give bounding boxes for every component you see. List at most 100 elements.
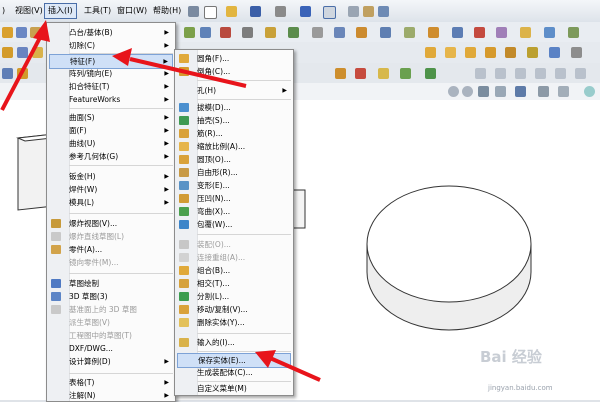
view-normal-icon[interactable] bbox=[555, 68, 566, 79]
feature-item-shell[interactable]: 抽壳(S)... bbox=[177, 114, 291, 127]
chamfer-sketch-icon[interactable] bbox=[520, 27, 531, 38]
feature-item-deform[interactable]: 变形(E)... bbox=[177, 179, 291, 192]
feature-item-split[interactable]: 分割(L)... bbox=[177, 290, 291, 303]
feature-item-draft[interactable]: 拔模(D)... bbox=[177, 101, 291, 114]
section-view-icon[interactable] bbox=[495, 86, 506, 97]
feature-item-customize-menu[interactable]: 自定义菜单(M) bbox=[177, 382, 291, 395]
print-icon[interactable] bbox=[275, 6, 286, 17]
menu-edit-partial[interactable]: ) bbox=[0, 4, 8, 18]
arc-icon[interactable] bbox=[242, 27, 253, 38]
view-front-icon[interactable] bbox=[475, 68, 486, 79]
sphere-icon[interactable] bbox=[485, 47, 496, 58]
mirror-icon[interactable] bbox=[334, 27, 345, 38]
insert-menu-item-surface[interactable]: 曲面(S) ▶ bbox=[49, 111, 173, 124]
feature-item-freeform[interactable]: 自由形(R)... bbox=[177, 166, 291, 179]
feature-item-hole[interactable]: 孔(H) ▶ bbox=[177, 84, 291, 97]
layer-icon[interactable] bbox=[568, 27, 579, 38]
feature-item-assemble[interactable]: 装配(O)... bbox=[177, 238, 291, 251]
curve-icon[interactable] bbox=[335, 68, 346, 79]
insert-menu-item-sketch-from-drawing[interactable]: 工程图中的草图(T) bbox=[49, 329, 173, 342]
insert-menu-item-face[interactable]: 面(F) ▶ bbox=[49, 124, 173, 137]
insert-menu-item-reference-geometry[interactable]: 参考几何体(G) ▶ bbox=[49, 150, 173, 163]
insert-menu-item-sketch[interactable]: 草图绘制 bbox=[49, 277, 173, 290]
feature-item-join[interactable]: 连接重组(A)... bbox=[177, 251, 291, 264]
insert-menu-item-part[interactable]: 零件(A)... bbox=[49, 243, 173, 256]
pattern-icon[interactable] bbox=[404, 27, 415, 38]
box-icon[interactable] bbox=[425, 47, 436, 58]
insert-menu-item-featureworks[interactable]: FeatureWorks ▶ bbox=[49, 93, 173, 106]
insert-menu-item-boss[interactable]: 凸台/基体(B) ▶ bbox=[49, 26, 173, 39]
feature-item-create-assembly[interactable]: 生成装配体(C)... bbox=[177, 366, 291, 379]
helix-icon[interactable] bbox=[355, 68, 366, 79]
feature-item-flex[interactable]: 弯曲(X)... bbox=[177, 205, 291, 218]
menu-insert[interactable]: 插入(I) bbox=[44, 3, 77, 19]
insert-menu-item-cut[interactable]: 切除(C) ▶ bbox=[49, 39, 173, 52]
menu-window[interactable]: 窗口(W) bbox=[114, 4, 150, 18]
cut-icon[interactable] bbox=[32, 47, 43, 58]
project-icon[interactable] bbox=[378, 68, 389, 79]
appearance-icon[interactable] bbox=[584, 86, 595, 97]
feature-item-chamfer[interactable]: 倒角(C)... bbox=[177, 65, 291, 78]
feature-item-delete-body[interactable]: 删除实体(Y)... bbox=[177, 316, 291, 329]
insert-menu-item-3d-sketch-on-plane[interactable]: 基准面上的 3D 草图 bbox=[49, 303, 173, 316]
insert-menu-item-derived-sketch[interactable]: 派生草图(V) bbox=[49, 316, 173, 329]
feature-item-combine[interactable]: 组合(B)... bbox=[177, 264, 291, 277]
reference-icon[interactable] bbox=[2, 68, 13, 79]
spline-icon[interactable] bbox=[265, 27, 276, 38]
insert-menu-item-explode-line-sketch[interactable]: 爆炸直线草图(L) bbox=[49, 230, 173, 243]
insert-menu-item-pattern-mirror[interactable]: 阵列/镜向(E) ▶ bbox=[49, 67, 173, 80]
circle-icon[interactable] bbox=[220, 27, 231, 38]
new-file-icon[interactable] bbox=[204, 6, 217, 19]
wedge-icon[interactable] bbox=[527, 47, 538, 58]
repair-icon[interactable] bbox=[474, 27, 485, 38]
fillet-sketch-icon[interactable] bbox=[496, 27, 507, 38]
relation-icon[interactable] bbox=[380, 27, 391, 38]
feature-item-intersect[interactable]: 相交(T)... bbox=[177, 277, 291, 290]
extrude-icon[interactable] bbox=[2, 27, 13, 38]
smart-dim-icon[interactable] bbox=[452, 27, 463, 38]
view-top-icon[interactable] bbox=[495, 68, 506, 79]
boundary-icon[interactable] bbox=[17, 47, 28, 58]
cylinder-icon[interactable] bbox=[445, 47, 456, 58]
insert-menu-item-design-study[interactable]: 设计算例(D) ▶ bbox=[49, 355, 173, 368]
trim-icon[interactable] bbox=[288, 27, 299, 38]
open-folder-icon[interactable] bbox=[226, 6, 237, 17]
insert-menu-item-sheet-metal[interactable]: 钣金(H) ▶ bbox=[49, 170, 173, 183]
plane-icon[interactable] bbox=[17, 68, 28, 79]
insert-menu-item-weldments[interactable]: 焊件(W) ▶ bbox=[49, 183, 173, 196]
save-icon[interactable] bbox=[250, 6, 261, 17]
insert-menu-item-annotations[interactable]: 注解(N) ▶ bbox=[49, 389, 173, 402]
previous-view-icon[interactable] bbox=[478, 86, 489, 97]
feature-item-indent[interactable]: 压凹(N)... bbox=[177, 192, 291, 205]
display-style-icon[interactable] bbox=[538, 86, 549, 97]
split-line-icon[interactable] bbox=[400, 68, 411, 79]
feature-item-rib[interactable]: 筋(R)... bbox=[177, 127, 291, 140]
select-icon[interactable] bbox=[323, 6, 336, 19]
menu-tools[interactable]: 工具(T) bbox=[81, 4, 114, 18]
offset-icon[interactable] bbox=[312, 27, 323, 38]
pin-icon[interactable] bbox=[188, 6, 199, 17]
view-right-icon[interactable] bbox=[515, 68, 526, 79]
insert-menu-item-exploded-view[interactable]: 爆炸视图(V)... bbox=[49, 217, 173, 230]
rebuild-icon[interactable] bbox=[348, 6, 359, 17]
loft-icon[interactable] bbox=[2, 47, 13, 58]
zoom-fit-icon[interactable] bbox=[448, 86, 459, 97]
composite-icon[interactable] bbox=[425, 68, 436, 79]
view-iso-icon[interactable] bbox=[535, 68, 546, 79]
insert-menu-item-dxf-dwg[interactable]: DXF/DWG... bbox=[49, 342, 173, 355]
feature-item-imported[interactable]: 输入的(I)... bbox=[177, 336, 291, 349]
menu-view[interactable]: 视图(V) bbox=[12, 4, 46, 18]
sketch-icon[interactable] bbox=[184, 27, 195, 38]
insert-menu-item-mirror-part[interactable]: 镜向零件(M)... bbox=[49, 256, 173, 269]
block-icon[interactable] bbox=[544, 27, 555, 38]
insert-menu-item-fastening[interactable]: 扣合特征(T) ▶ bbox=[49, 80, 173, 93]
insert-menu-item-curve[interactable]: 曲线(U) ▶ bbox=[49, 137, 173, 150]
insert-menu-item-molds[interactable]: 模具(L) ▶ bbox=[49, 196, 173, 209]
hide-show-icon[interactable] bbox=[558, 86, 569, 97]
feature-item-scale[interactable]: 缩放比例(A)... bbox=[177, 140, 291, 153]
convert-icon[interactable] bbox=[428, 27, 439, 38]
view-orientation-icon[interactable] bbox=[515, 86, 526, 97]
insert-menu-item-tables[interactable]: 表格(T) ▶ bbox=[49, 376, 173, 389]
cone-icon[interactable] bbox=[465, 47, 476, 58]
shape-icon[interactable] bbox=[549, 47, 560, 58]
